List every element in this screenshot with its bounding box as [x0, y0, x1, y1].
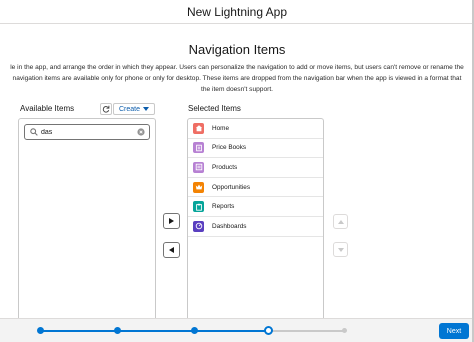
arrow-down-icon	[337, 247, 344, 252]
create-button[interactable]: Create	[113, 103, 155, 115]
report-icon	[193, 201, 204, 213]
move-up-button[interactable]	[333, 214, 348, 229]
home-icon	[193, 122, 204, 134]
refresh-button[interactable]	[100, 103, 112, 115]
chevron-down-icon	[143, 107, 149, 111]
section-description: le in the app, and arrange the order in …	[0, 62, 474, 95]
list-item[interactable]: Home	[188, 119, 323, 139]
next-button[interactable]: Next	[439, 323, 469, 339]
progress-bar-complete	[40, 330, 269, 332]
crown-icon	[193, 181, 204, 193]
arrow-right-icon	[169, 218, 174, 224]
search-box[interactable]	[24, 124, 150, 140]
progress-step[interactable]	[114, 327, 121, 334]
list-item[interactable]: Reports	[188, 197, 323, 217]
description-line: navigation items are available only for …	[12, 75, 462, 82]
move-to-available-button[interactable]	[163, 242, 180, 258]
nav-item-label: Reports	[212, 203, 235, 211]
product-icon	[193, 161, 204, 173]
available-items-list[interactable]	[18, 118, 156, 318]
nav-item-label: Dashboards	[212, 222, 247, 230]
list-item[interactable]: Opportunities	[188, 178, 323, 198]
arrow-left-icon	[169, 247, 174, 253]
selected-items-label: Selected Items	[188, 104, 241, 113]
search-icon	[30, 128, 38, 136]
nav-item-label: Home	[212, 124, 230, 132]
app-header: New Lightning App	[0, 0, 474, 24]
selected-items-list[interactable]: Home Price Books Products Opportunities …	[187, 118, 324, 318]
footer-bar: Next	[0, 318, 472, 342]
nav-item-label: Products	[212, 163, 238, 171]
create-button-label: Create	[118, 105, 140, 113]
section-title: Navigation Items	[188, 42, 286, 57]
search-input[interactable]	[41, 127, 137, 138]
nav-item-label: Price Books	[212, 144, 247, 152]
progress-step-current[interactable]	[264, 326, 273, 335]
app-title: New Lightning App	[186, 5, 288, 19]
description-line: the item doesn't support.	[200, 86, 273, 93]
list-item[interactable]: Price Books	[188, 139, 323, 159]
move-down-button[interactable]	[333, 242, 348, 257]
progress-step[interactable]	[342, 328, 347, 333]
refresh-icon	[102, 105, 110, 113]
progress-bar-remaining	[269, 330, 345, 332]
arrow-up-icon	[337, 219, 344, 224]
list-item[interactable]: Products	[188, 158, 323, 178]
price-book-icon	[193, 142, 204, 154]
description-line: le in the app, and arrange the order in …	[10, 64, 464, 71]
progress-step[interactable]	[191, 327, 198, 334]
progress-step[interactable]	[37, 327, 44, 334]
clear-icon[interactable]	[137, 128, 145, 136]
move-to-selected-button[interactable]	[163, 213, 180, 229]
list-item[interactable]: Dashboards	[188, 217, 323, 237]
dashboard-icon	[193, 220, 204, 232]
available-items-label: Available Items	[20, 104, 75, 113]
nav-item-label: Opportunities	[212, 183, 251, 191]
